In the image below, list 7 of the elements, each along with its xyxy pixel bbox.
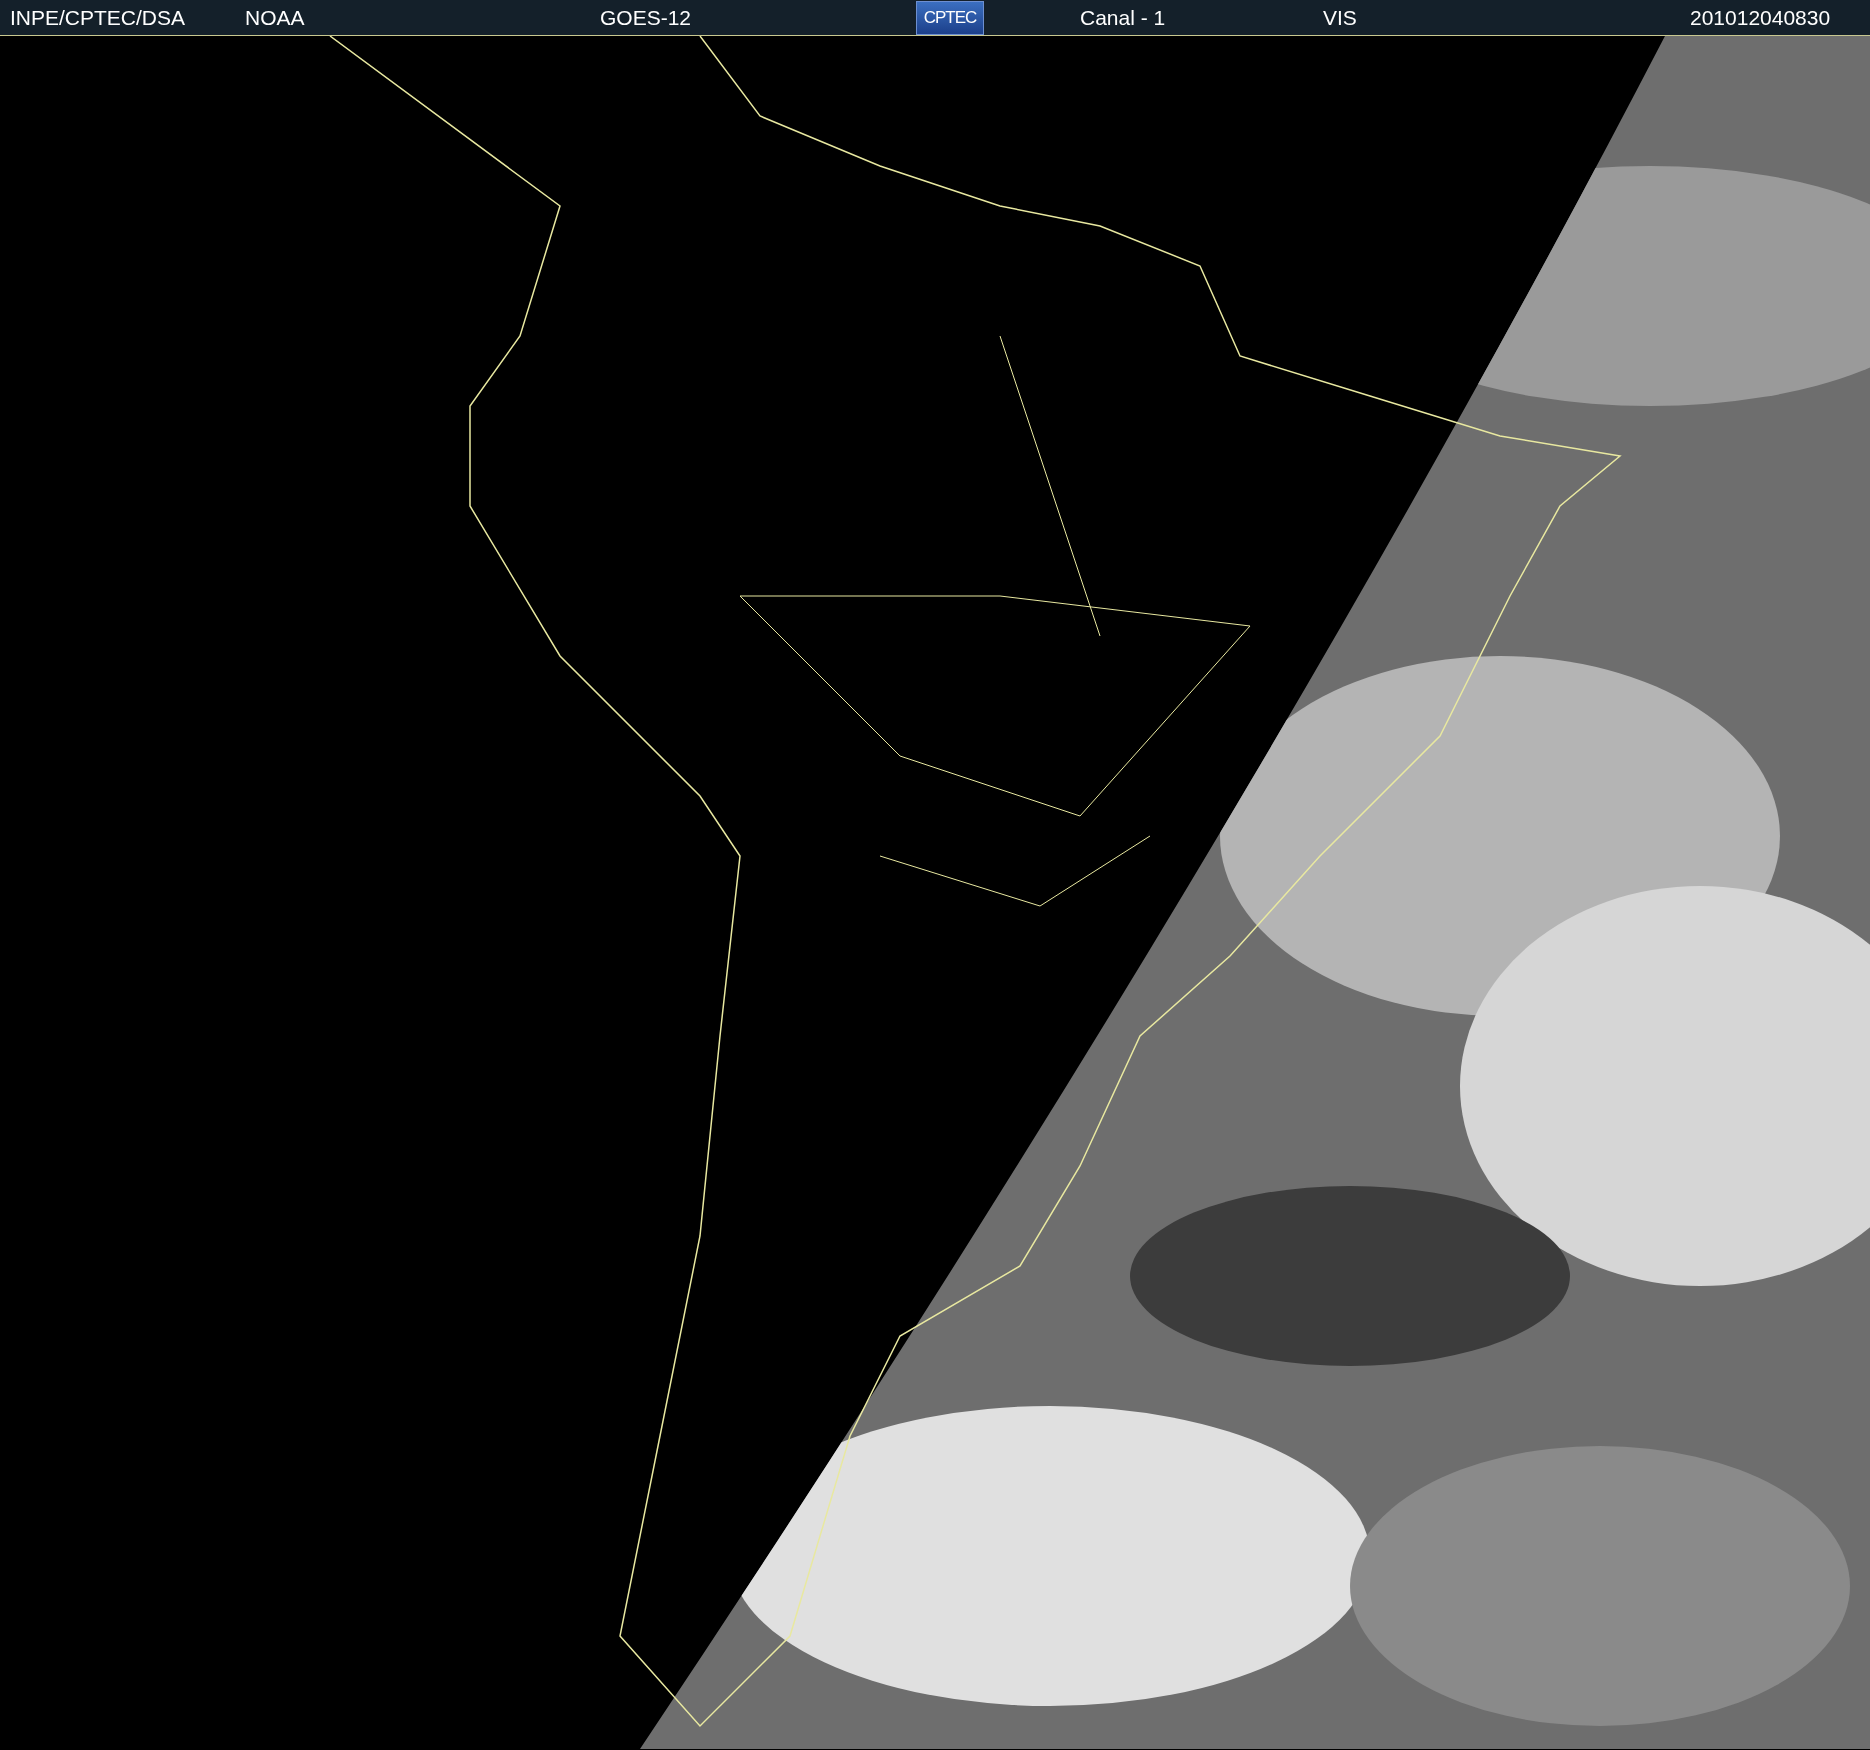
header-label: NOAA <box>245 7 306 28</box>
header-label: GOES-12 <box>600 7 693 28</box>
agency-logo: CPTEC <box>916 0 984 35</box>
header-label: 201012040830 <box>1690 7 1832 28</box>
header-label: VIS <box>1323 7 1358 28</box>
header-label: INPE/CPTEC/DSA <box>9 7 187 28</box>
header-label: Canal - 1 <box>1080 7 1167 28</box>
